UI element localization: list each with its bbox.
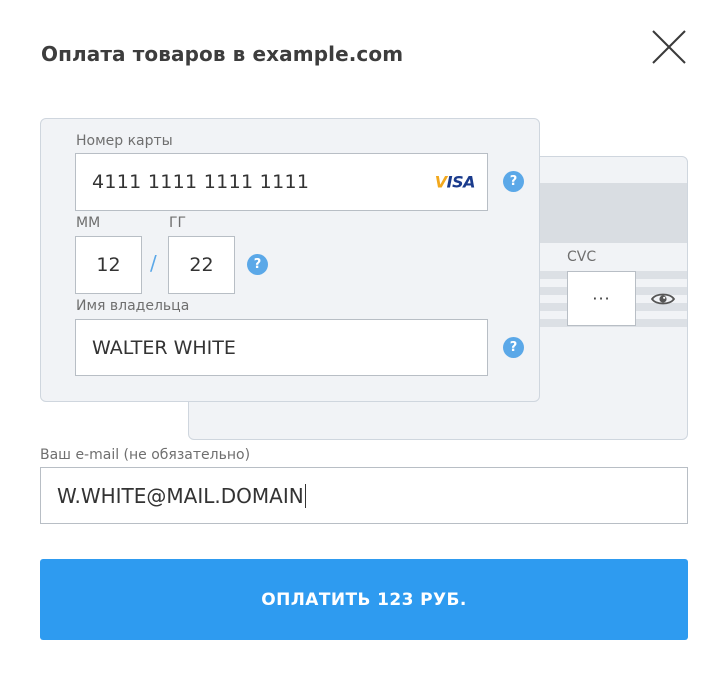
- date-separator: /: [150, 251, 157, 275]
- email-value: W.WHITE@MAIL.DOMAIN: [57, 483, 304, 508]
- holder-name-value: WALTER WHITE: [92, 336, 236, 359]
- holder-name-input[interactable]: WALTER WHITE: [75, 319, 488, 376]
- text-caret: [304, 483, 306, 508]
- cvc-label: CVC: [567, 249, 597, 265]
- card-front: Номер карты 4111 1111 1111 1111 VISA ? М…: [40, 118, 540, 402]
- cvc-field[interactable]: ···: [567, 271, 636, 326]
- month-input[interactable]: 12: [75, 236, 142, 294]
- year-label: ГГ: [169, 215, 187, 231]
- card-number-value: 4111 1111 1111 1111: [92, 171, 310, 193]
- email-input[interactable]: W.WHITE@MAIL.DOMAIN: [40, 467, 688, 524]
- show-cvc-toggle[interactable]: [650, 291, 676, 307]
- holder-label: Имя владельца: [76, 298, 190, 314]
- pay-button[interactable]: ОПЛАТИТЬ 123 РУБ.: [40, 559, 688, 640]
- card-number-label: Номер карты: [76, 133, 173, 149]
- year-input[interactable]: 22: [168, 236, 235, 294]
- close-button[interactable]: [651, 29, 687, 65]
- eye-icon: [650, 293, 676, 305]
- page-title: Оплата товаров в example.com: [41, 42, 404, 66]
- card-number-help-icon[interactable]: ?: [503, 171, 524, 192]
- close-icon: [652, 30, 686, 64]
- month-label: ММ: [76, 215, 101, 231]
- holder-help-icon[interactable]: ?: [503, 337, 524, 358]
- visa-logo-icon: VISA: [434, 172, 476, 192]
- email-label: Ваш e-mail (не обязательно): [40, 447, 251, 463]
- expiry-help-icon[interactable]: ?: [247, 254, 268, 275]
- card-number-input[interactable]: 4111 1111 1111 1111 VISA: [75, 153, 488, 211]
